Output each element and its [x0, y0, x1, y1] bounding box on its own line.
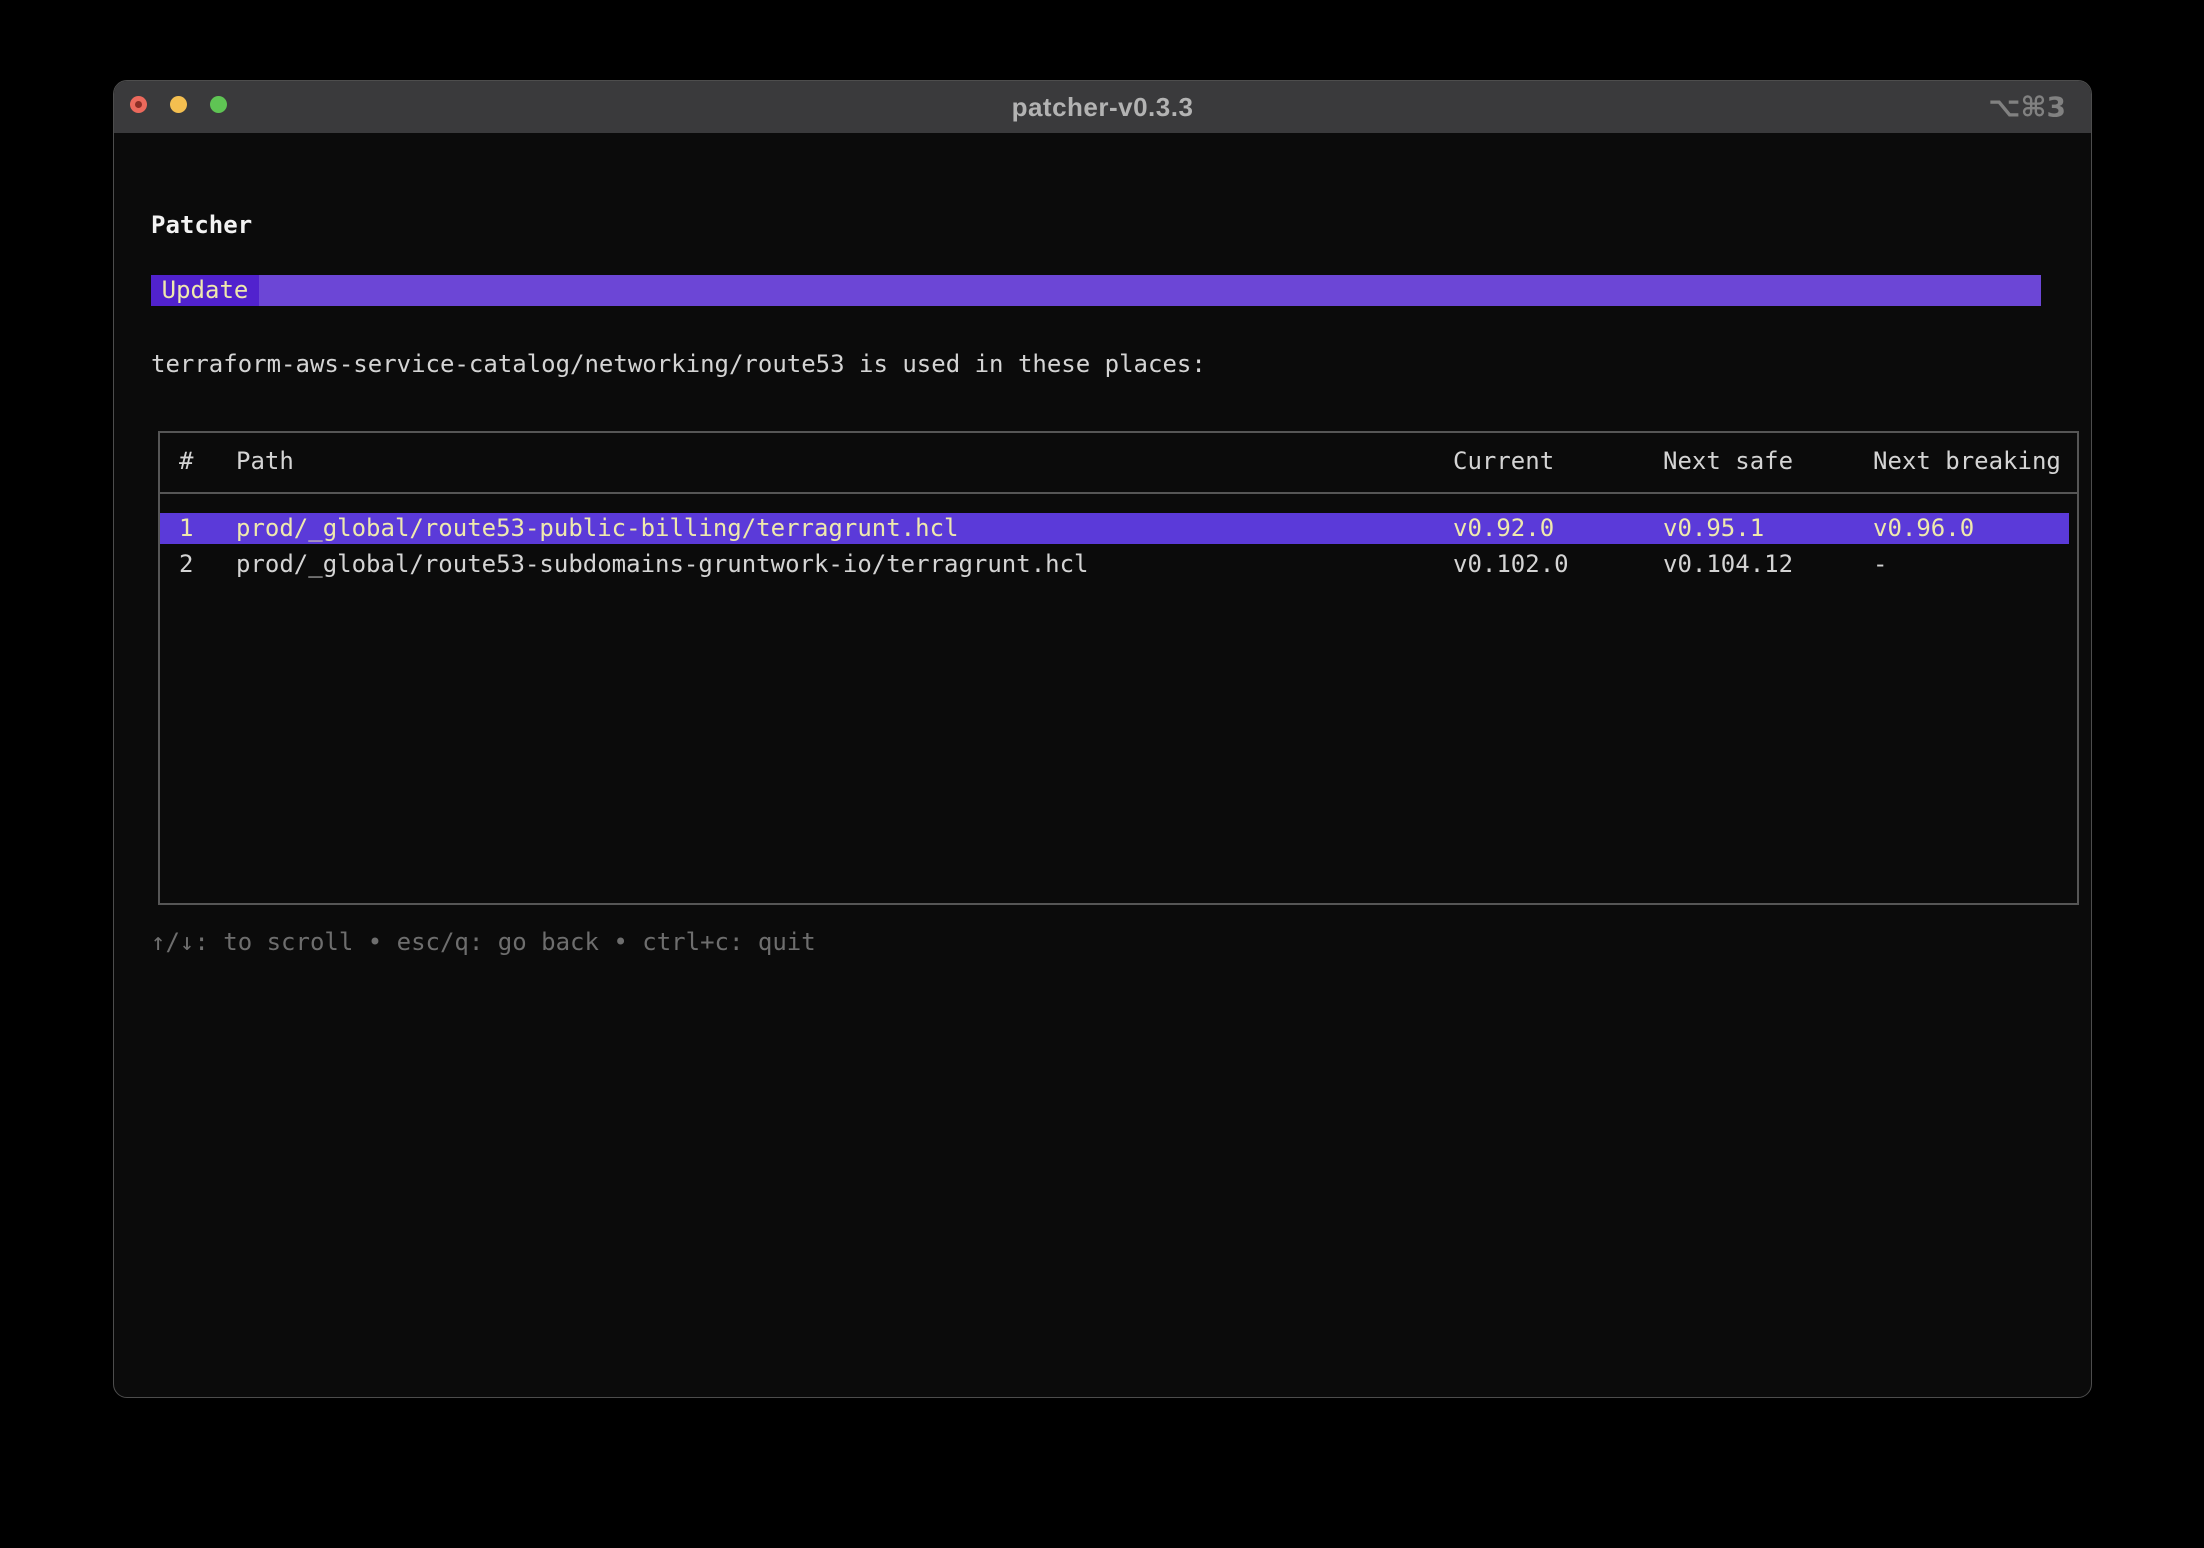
minimize-button[interactable]: [170, 96, 187, 113]
column-header-next-safe: Next safe: [1663, 447, 1793, 475]
column-header-next-breaking: Next breaking: [1873, 447, 2061, 475]
row-current: v0.92.0: [1453, 513, 1554, 544]
tab-update[interactable]: Update: [151, 275, 259, 306]
window-title: patcher-v0.3.3: [1012, 92, 1194, 123]
row-next-safe: v0.95.1: [1663, 513, 1764, 544]
row-next-breaking: -: [1873, 549, 1887, 580]
row-next-safe: v0.104.12: [1663, 549, 1793, 580]
row-path: prod/_global/route53-subdomains-gruntwor…: [236, 549, 1089, 580]
zoom-button[interactable]: [210, 96, 227, 113]
row-path: prod/_global/route53-public-billing/terr…: [236, 513, 958, 544]
terminal-window: patcher-v0.3.3 ⌥⌘3 Patcher Update terraf…: [113, 80, 2092, 1398]
usage-table: # Path Current Next safe Next breaking 1…: [158, 431, 2079, 905]
row-num: 1: [179, 513, 193, 544]
column-header-current: Current: [1453, 447, 1554, 475]
window-shortcut-badge: ⌥⌘3: [1988, 91, 2066, 124]
row-current: v0.102.0: [1453, 549, 1569, 580]
table-header-row: # Path Current Next safe Next breaking: [160, 447, 2077, 475]
table-row[interactable]: 2 prod/_global/route53-subdomains-gruntw…: [160, 549, 2077, 580]
usage-intro-text: terraform-aws-service-catalog/networking…: [151, 349, 1206, 379]
header-separator: [160, 492, 2077, 494]
table-row-selected[interactable]: 1 prod/_global/route53-public-billing/te…: [160, 513, 2069, 544]
keyboard-hints: ↑/↓: to scroll • esc/q: go back • ctrl+c…: [151, 927, 816, 957]
column-header-num: #: [179, 447, 193, 475]
close-button[interactable]: [130, 96, 147, 113]
page-title: Patcher: [151, 209, 252, 241]
window-titlebar[interactable]: patcher-v0.3.3 ⌥⌘3: [114, 81, 2091, 133]
traffic-lights: [130, 96, 227, 113]
row-next-breaking: v0.96.0: [1873, 513, 1974, 544]
row-num: 2: [179, 549, 193, 580]
column-header-path: Path: [236, 447, 294, 475]
tab-bar: Update: [151, 275, 2041, 306]
